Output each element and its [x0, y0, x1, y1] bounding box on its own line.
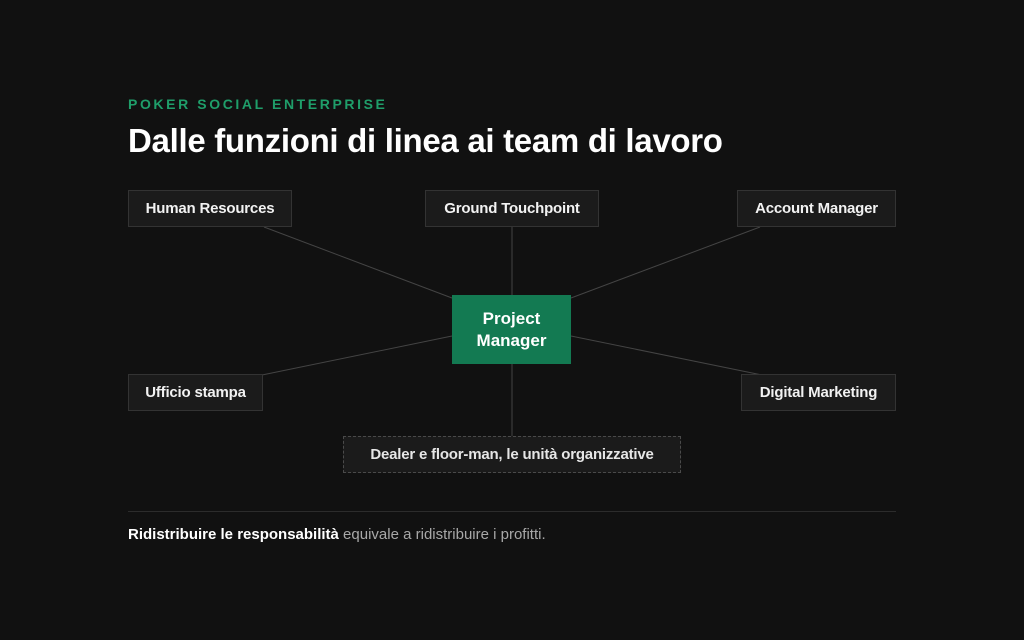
footer-strong-text: Ridistribuire le responsabilità — [128, 526, 339, 543]
connector-human-resources — [263, 226, 453, 299]
node-ufficio-stampa-label: Ufficio stampa — [145, 384, 246, 401]
connector-ufficio-stampa — [261, 335, 453, 376]
footer-rest-text: equivale a ridistribuire i profitti. — [338, 526, 546, 543]
project-manager-line2: Manager — [476, 330, 547, 350]
node-account-manager-label: Account Manager — [755, 200, 878, 217]
project-manager-line1: Project — [482, 308, 541, 328]
footer-note: Ridistribuire le responsabilità equivale… — [128, 526, 546, 543]
org-diagram: Human Resources Ground Touchpoint Accoun… — [0, 0, 1024, 640]
node-project-manager: Project Manager — [452, 295, 571, 364]
node-account-manager: Account Manager — [737, 190, 896, 227]
node-ground-touchpoint: Ground Touchpoint — [425, 190, 599, 227]
node-ufficio-stampa: Ufficio stampa — [128, 374, 263, 411]
node-digital-marketing: Digital Marketing — [741, 374, 896, 411]
node-dealer-floor: Dealer e floor-man, le unità organizzati… — [343, 436, 681, 473]
connector-account-manager — [570, 226, 761, 299]
node-human-resources-label: Human Resources — [145, 200, 275, 217]
node-human-resources: Human Resources — [128, 190, 292, 227]
node-dealer-floor-label: Dealer e floor-man, le unità organizzati… — [370, 446, 654, 463]
node-ground-touchpoint-label: Ground Touchpoint — [444, 200, 580, 217]
connector-digital-marketing — [570, 335, 763, 376]
node-digital-marketing-label: Digital Marketing — [759, 384, 878, 401]
footer-divider — [128, 511, 896, 512]
